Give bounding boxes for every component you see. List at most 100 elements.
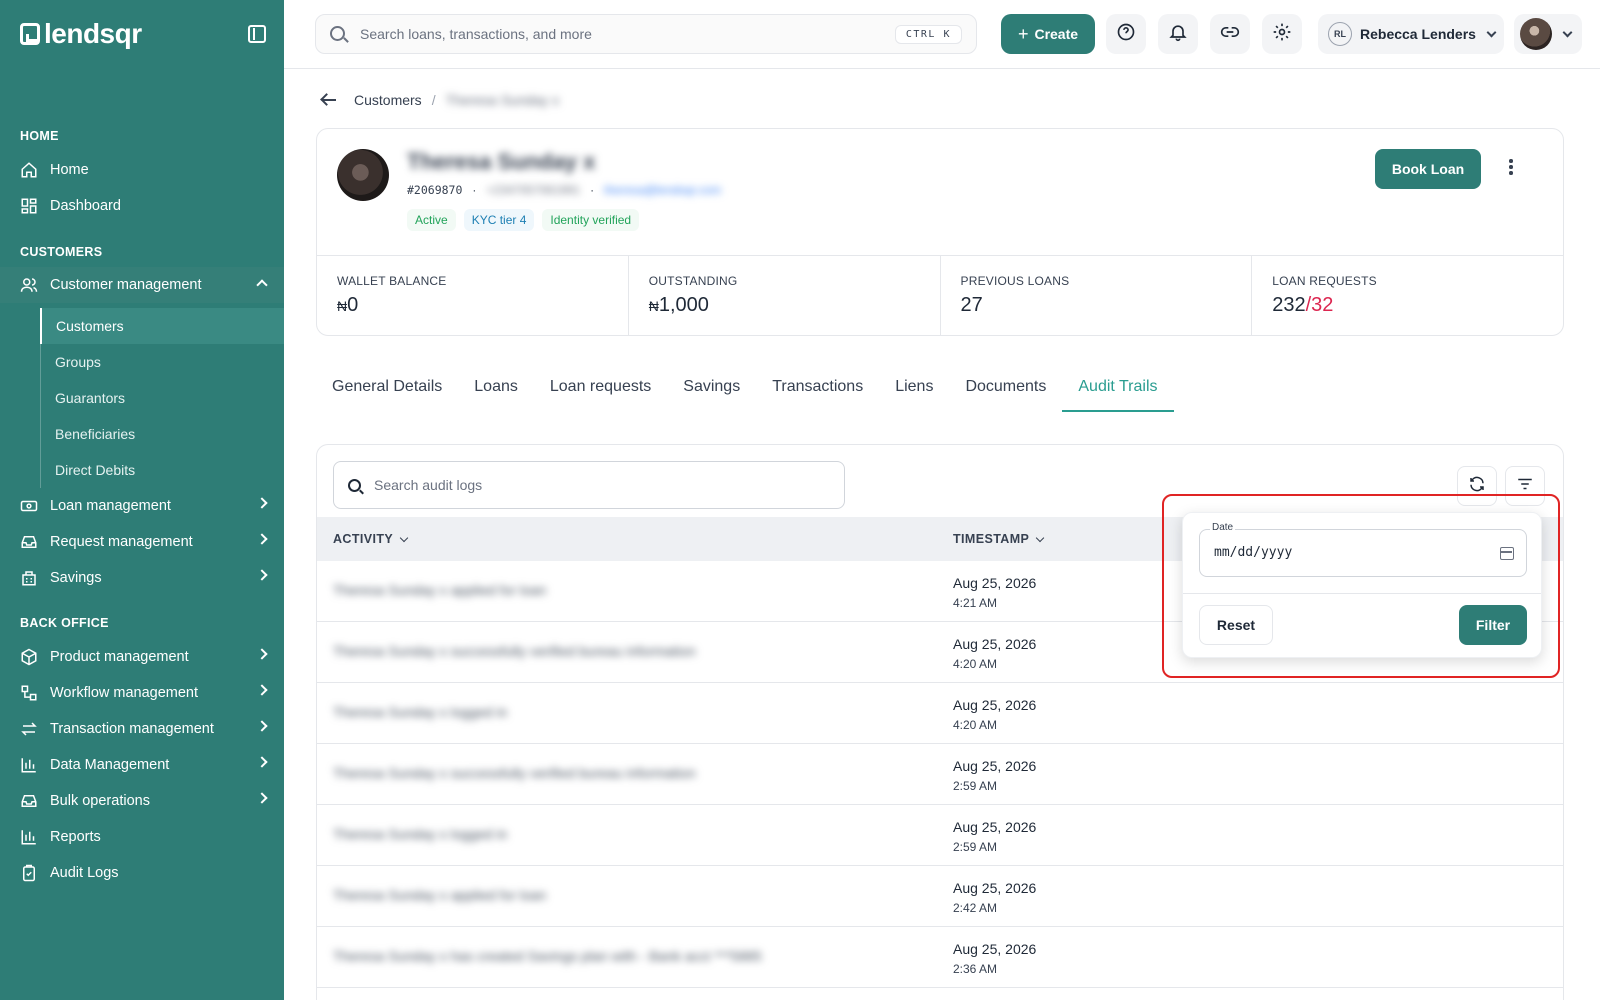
sidebar-subitem-direct-debits[interactable]: Direct Debits — [40, 452, 284, 488]
table-row[interactable]: Theresa Sunday x logged in Aug 25, 2026 … — [317, 683, 1563, 744]
profile-menu[interactable] — [1514, 14, 1582, 54]
global-search-input[interactable]: Search loans, transactions, and more CTR… — [315, 14, 977, 54]
audit-search-input[interactable]: Search audit logs — [333, 461, 845, 509]
date-field[interactable]: Date mm/dd/yyyy — [1199, 522, 1527, 577]
sidebar-item-label: Bulk operations — [50, 793, 150, 809]
status-badges: Active KYC tier 4 Identity verified — [407, 209, 640, 231]
section-home: HOME — [20, 129, 59, 143]
inbox-icon — [18, 790, 40, 812]
sidebar-item-bulk-operations[interactable]: Bulk operations — [0, 783, 284, 819]
sidebar-item-savings[interactable]: Savings — [0, 560, 284, 596]
stat-label: LOAN REQUESTS — [1272, 274, 1377, 288]
create-button[interactable]: + Create — [1001, 14, 1095, 54]
sidebar-item-customer-management[interactable]: Customer management — [0, 267, 284, 303]
sidebar-item-reports[interactable]: Reports — [0, 819, 284, 855]
home-icon — [18, 159, 40, 181]
filter-button[interactable]: Filter — [1459, 605, 1527, 645]
sidebar-subitem-guarantors[interactable]: Guarantors — [40, 380, 284, 416]
collapse-sidebar-icon[interactable] — [248, 25, 266, 43]
timestamp-date: Aug 25, 2026 — [953, 636, 1037, 652]
timestamp-time: 2:42 AM — [953, 901, 998, 915]
stat-loan-requests: LOAN REQUESTS 232/32 — [1252, 256, 1563, 336]
sidebar-item-transaction-management[interactable]: Transaction management — [0, 711, 284, 747]
search-icon — [330, 26, 345, 41]
link-button[interactable] — [1210, 14, 1250, 54]
breadcrumb-separator: / — [431, 92, 436, 108]
bell-icon — [1168, 22, 1188, 47]
notifications-button[interactable] — [1158, 14, 1198, 54]
brand-name: lendsqr — [44, 18, 142, 49]
help-button[interactable] — [1106, 14, 1146, 54]
tab-loans[interactable]: Loans — [458, 366, 534, 412]
stat-label: WALLET BALANCE — [337, 274, 447, 288]
table-row[interactable]: Theresa Sunday x has created Savings pla… — [317, 927, 1563, 988]
status-badge: Active — [407, 209, 456, 231]
back-arrow-icon[interactable] — [322, 99, 336, 101]
customer-email[interactable]: theresa@lendsqr.com — [604, 183, 721, 197]
sidebar-item-product-management[interactable]: Product management — [0, 639, 284, 675]
chevron-down-icon — [1036, 533, 1045, 542]
calendar-icon[interactable] — [1500, 547, 1514, 560]
gear-icon — [1272, 22, 1292, 47]
chevron-right-icon — [256, 792, 268, 804]
stat-wallet-balance: WALLET BALANCE ₦0 — [317, 256, 629, 336]
customer-id: #2069870 — [407, 183, 463, 197]
organization-switcher[interactable]: RL Rebecca Lenders — [1318, 14, 1504, 54]
tab-documents[interactable]: Documents — [949, 366, 1062, 412]
breadcrumb-current: Theresa Sunday x — [445, 92, 560, 108]
bar-chart-icon — [18, 754, 40, 776]
activity-text: Theresa Sunday x successfully verified b… — [333, 765, 696, 781]
timestamp-time: 4:21 AM — [953, 596, 998, 610]
chevron-right-icon — [256, 648, 268, 660]
sidebar-item-home[interactable]: Home — [0, 152, 284, 188]
sidebar-item-request-management[interactable]: Request management — [0, 524, 284, 560]
sidebar-subitem-beneficiaries[interactable]: Beneficiaries — [40, 416, 284, 452]
sidebar-item-label: Loan management — [50, 498, 171, 514]
sidebar-item-loan-management[interactable]: Loan management — [0, 488, 284, 524]
settings-button[interactable] — [1262, 14, 1302, 54]
book-loan-button[interactable]: Book Loan — [1375, 149, 1481, 189]
customer-stats: WALLET BALANCE ₦0 OUTSTANDING ₦1,000 PRE… — [317, 255, 1563, 336]
sidebar-item-workflow-management[interactable]: Workflow management — [0, 675, 284, 711]
sidebar-item-label: Product management — [50, 649, 189, 665]
logo-icon — [20, 23, 40, 45]
sidebar-item-label: Data Management — [50, 757, 170, 773]
sidebar-subitem-customers[interactable]: Customers — [40, 308, 284, 344]
sidebar-item-label: Audit Logs — [50, 865, 119, 881]
stat-amount-declined: /32 — [1305, 294, 1334, 316]
more-options-icon[interactable] — [1509, 159, 1513, 175]
sidebar-item-dashboard[interactable]: Dashboard — [0, 188, 284, 224]
timestamp-date: Aug 25, 2026 — [953, 697, 1037, 713]
table-row[interactable]: Theresa Sunday x logged in Aug 25, 2026 … — [317, 805, 1563, 866]
sidebar-subitem-groups[interactable]: Groups — [40, 344, 284, 380]
stat-label: PREVIOUS LOANS — [960, 274, 1070, 288]
sidebar-item-label: Transaction management — [50, 721, 214, 737]
plus-icon: + — [1017, 23, 1029, 44]
sidebar-item-label: Reports — [50, 829, 101, 845]
sidebar-item-data-management[interactable]: Data Management — [0, 747, 284, 783]
reports-icon — [18, 826, 40, 848]
breadcrumb: Customers / Theresa Sunday x — [322, 92, 559, 108]
reset-button[interactable]: Reset — [1199, 605, 1273, 645]
tab-general-details[interactable]: General Details — [316, 366, 458, 412]
breadcrumb-customers[interactable]: Customers — [354, 92, 422, 108]
sidebar-item-audit-logs[interactable]: Audit Logs — [0, 855, 284, 891]
tab-loan-requests[interactable]: Loan requests — [534, 366, 667, 412]
tab-savings[interactable]: Savings — [667, 366, 756, 412]
activity-text: Theresa Sunday x logged in — [333, 826, 508, 842]
date-input[interactable]: mm/dd/yyyy — [1214, 545, 1292, 560]
stat-value: ₦0 — [337, 294, 608, 317]
tab-transactions[interactable]: Transactions — [756, 366, 879, 412]
column-activity[interactable]: ACTIVITY — [333, 532, 409, 546]
identity-badge: Identity verified — [542, 209, 640, 231]
column-timestamp[interactable]: TIMESTAMP — [953, 532, 1045, 546]
chevron-right-icon — [256, 684, 268, 696]
chevron-right-icon — [256, 497, 268, 509]
dashboard-icon — [18, 195, 40, 217]
table-row[interactable]: Theresa Sunday x applied for loan Aug 25… — [317, 866, 1563, 927]
brand-logo[interactable]: lendsqr — [20, 18, 142, 50]
tab-audit-trails[interactable]: Audit Trails — [1062, 366, 1174, 412]
user-name: Rebecca Lenders — [1360, 26, 1476, 42]
tab-liens[interactable]: Liens — [879, 366, 949, 412]
table-row[interactable]: Theresa Sunday x successfully verified b… — [317, 744, 1563, 805]
